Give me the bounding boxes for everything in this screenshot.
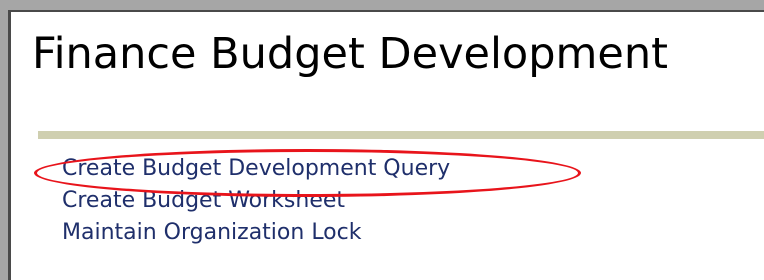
window-border-left xyxy=(0,0,8,280)
section-divider xyxy=(38,131,764,139)
menu-link-list: Create Budget Development Query Create B… xyxy=(62,153,450,249)
create-budget-worksheet-link[interactable]: Create Budget Worksheet xyxy=(62,185,450,217)
window-border-top xyxy=(0,0,764,10)
maintain-organization-lock-link[interactable]: Maintain Organization Lock xyxy=(62,217,450,249)
page-frame: Finance Budget Development Create Budget… xyxy=(0,0,764,280)
page-title: Finance Budget Development xyxy=(32,29,668,79)
create-budget-development-query-link[interactable]: Create Budget Development Query xyxy=(62,153,450,185)
window-inner-border-top xyxy=(8,10,764,12)
window-inner-border-left xyxy=(8,10,11,280)
